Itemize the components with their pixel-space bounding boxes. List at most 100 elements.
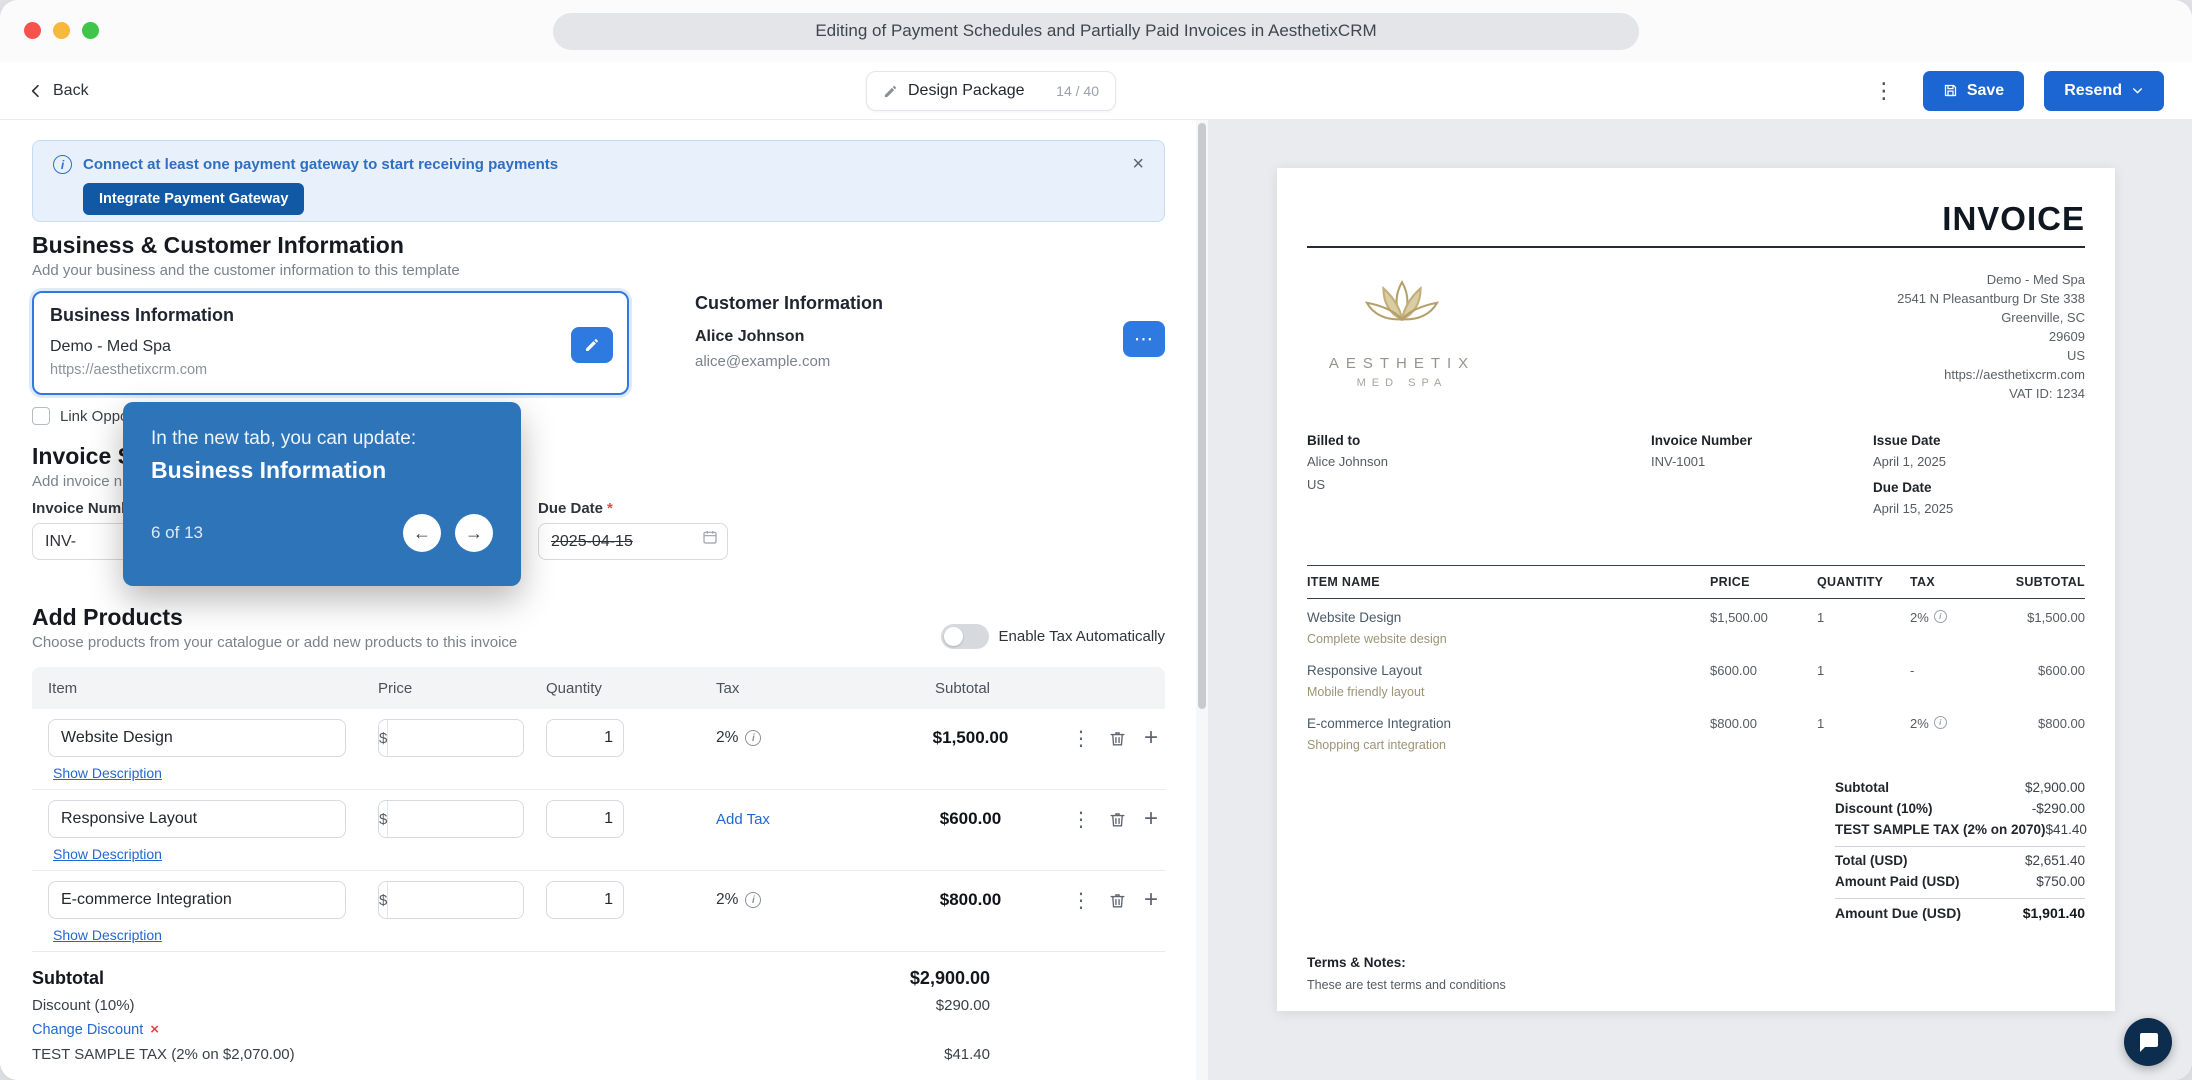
price-input[interactable] xyxy=(388,801,523,837)
zoom-window-button[interactable] xyxy=(82,22,99,39)
show-description-link[interactable]: Show Description xyxy=(53,927,162,943)
invoice-number-block: Invoice Number INV-1001 xyxy=(1651,433,1873,527)
link-opportunity-checkbox[interactable] xyxy=(32,407,50,425)
invoice-editor-panel: i Connect at least one payment gateway t… xyxy=(0,120,1196,1080)
business-information-card[interactable]: Business Information Demo - Med Spa http… xyxy=(32,291,629,395)
row-subtotal: $800.00 xyxy=(939,890,1002,909)
change-discount-link[interactable]: Change Discount xyxy=(32,1022,143,1038)
tour-highlight-text: Business Information xyxy=(151,457,387,483)
summary-subtotal-value: $2,900.00 xyxy=(909,968,990,988)
trash-icon[interactable] xyxy=(1108,810,1127,829)
totals-tax-label: TEST SAMPLE TAX (2% on 2070) xyxy=(1835,822,2046,837)
invoice-totals: Subtotal $2,900.00 Discount (10%) -$290.00… xyxy=(1835,780,2087,921)
tour-next-button[interactable]: → xyxy=(455,514,493,552)
column-subtotal: Subtotal xyxy=(934,679,991,697)
add-products-subheading: Choose products from your catalogue or a… xyxy=(32,634,518,651)
add-row-icon[interactable]: + xyxy=(1144,807,1158,831)
company-line: Greenville, SC xyxy=(2001,310,2085,325)
divider xyxy=(1307,246,2085,248)
tour-text: In the new tab, you can update: xyxy=(151,428,417,449)
terms-label: Terms & Notes: xyxy=(1307,955,1406,970)
invoice-preview-panel: INVOICE AESTHETIX MED SPA Demo - Med Spa… xyxy=(1208,120,2192,1080)
tax-toggle-row: Enable Tax Automatically xyxy=(940,624,1165,651)
terms-block: Terms & Notes: These are test terms and … xyxy=(1307,955,2085,992)
invoice-items-table: ITEM NAME PRICE QUANTITY TAX SUBTOTAL We… xyxy=(1307,565,2085,758)
save-button[interactable]: Save xyxy=(1922,70,2025,111)
price-input-group: $ xyxy=(378,719,524,757)
due-date-input[interactable] xyxy=(538,523,728,560)
company-line: Demo - Med Spa xyxy=(1986,272,2085,287)
item-name: Responsive Layout xyxy=(1307,663,1422,678)
invoice-preview-card: INVOICE AESTHETIX MED SPA Demo - Med Spa… xyxy=(1277,168,2115,1011)
summary-tax-value: $41.40 xyxy=(944,1046,990,1063)
invoice-item-row: E-commerce Integration Shopping cart int… xyxy=(1307,705,2085,758)
remove-discount-icon[interactable]: × xyxy=(150,1021,159,1038)
company-line: 29609 xyxy=(2048,329,2085,344)
scrollbar-thumb[interactable] xyxy=(1198,123,1206,709)
edit-business-button[interactable] xyxy=(571,327,613,363)
enable-tax-toggle[interactable] xyxy=(940,624,989,649)
lotus-logo-icon xyxy=(1364,280,1440,322)
brand-logo: AESTHETIX MED SPA xyxy=(1307,270,1497,403)
item-tax: 2% xyxy=(1910,610,1929,625)
item-tax: - xyxy=(1910,663,1915,678)
calendar-icon[interactable] xyxy=(702,529,718,550)
document-pill[interactable]: Design Package 14 / 40 xyxy=(866,71,1116,111)
item-quantity: 1 xyxy=(1817,663,1825,678)
item-name-input[interactable] xyxy=(48,800,346,838)
item-name-input[interactable] xyxy=(48,719,346,757)
product-row: $ Add Tax $600.00 ⋮ + Show D xyxy=(32,790,1165,871)
show-description-link[interactable]: Show Description xyxy=(53,765,162,781)
quantity-input[interactable] xyxy=(546,800,624,838)
invoice-title: INVOICE xyxy=(1942,200,2085,237)
column-quantity: QUANTITY xyxy=(1817,575,1884,589)
window-title: Editing of Payment Schedules and Partial… xyxy=(553,12,1639,50)
show-description-link[interactable]: Show Description xyxy=(53,846,162,862)
scrollbar-track[interactable] xyxy=(1196,120,1208,1080)
totals-total-value: $2,651.40 xyxy=(2024,853,2085,868)
trash-icon[interactable] xyxy=(1108,891,1127,910)
invoice-number-label: Invoice Number xyxy=(1651,433,1753,448)
tax-value: 2% xyxy=(716,729,739,746)
item-tax: 2% xyxy=(1910,716,1929,731)
business-website: https://aesthetixcrm.com xyxy=(50,362,208,378)
quantity-input[interactable] xyxy=(546,719,624,757)
more-options-icon[interactable]: ⋮ xyxy=(1865,78,1903,104)
item-name: E-commerce Integration xyxy=(1307,716,1452,731)
price-input[interactable] xyxy=(388,720,523,756)
close-icon[interactable]: × xyxy=(1132,153,1144,176)
minimize-window-button[interactable] xyxy=(53,22,70,39)
customer-options-button[interactable]: ⋯ xyxy=(1123,321,1165,357)
customer-email: alice@example.com xyxy=(695,353,831,370)
quantity-input[interactable] xyxy=(546,881,624,919)
billed-to-label: Billed to xyxy=(1307,433,1361,448)
totals-due-value: $1,901.40 xyxy=(2022,905,2085,921)
info-icon: i xyxy=(53,155,72,174)
add-tax-link[interactable]: Add Tax xyxy=(716,811,770,828)
column-tax: Tax xyxy=(716,679,740,697)
add-row-icon[interactable]: + xyxy=(1144,888,1158,912)
add-row-icon[interactable]: + xyxy=(1144,726,1158,750)
close-window-button[interactable] xyxy=(24,22,41,39)
row-menu-icon[interactable]: ⋮ xyxy=(1071,807,1091,832)
back-button[interactable]: Back xyxy=(28,82,89,100)
issue-date-label: Issue Date xyxy=(1873,433,1941,448)
integrate-payment-gateway-button[interactable]: Integrate Payment Gateway xyxy=(83,183,305,215)
trash-icon[interactable] xyxy=(1108,729,1127,748)
terms-text: These are test terms and conditions xyxy=(1307,978,1506,992)
products-table: Item Price Quantity Tax Subtotal $ xyxy=(32,667,1165,952)
tour-prev-button[interactable]: ← xyxy=(403,514,441,552)
row-menu-icon[interactable]: ⋮ xyxy=(1071,726,1091,751)
totals-paid-value: $750.00 xyxy=(2036,874,2085,889)
price-input[interactable] xyxy=(388,882,523,918)
item-subtotal: $600.00 xyxy=(2038,663,2085,678)
due-date-label: Due Date xyxy=(538,500,604,517)
chat-launcher-button[interactable] xyxy=(2124,1018,2172,1066)
product-row: $ 2%i $800.00 ⋮ + Show Descr xyxy=(32,871,1165,952)
totals-total-label: Total (USD) xyxy=(1835,853,1908,868)
totals-tax-value: $41.40 xyxy=(2045,822,2087,837)
item-name-input[interactable] xyxy=(48,881,346,919)
resend-button[interactable]: Resend xyxy=(2044,70,2164,111)
row-menu-icon[interactable]: ⋮ xyxy=(1071,888,1091,913)
item-description: Shopping cart integration xyxy=(1307,738,1446,752)
